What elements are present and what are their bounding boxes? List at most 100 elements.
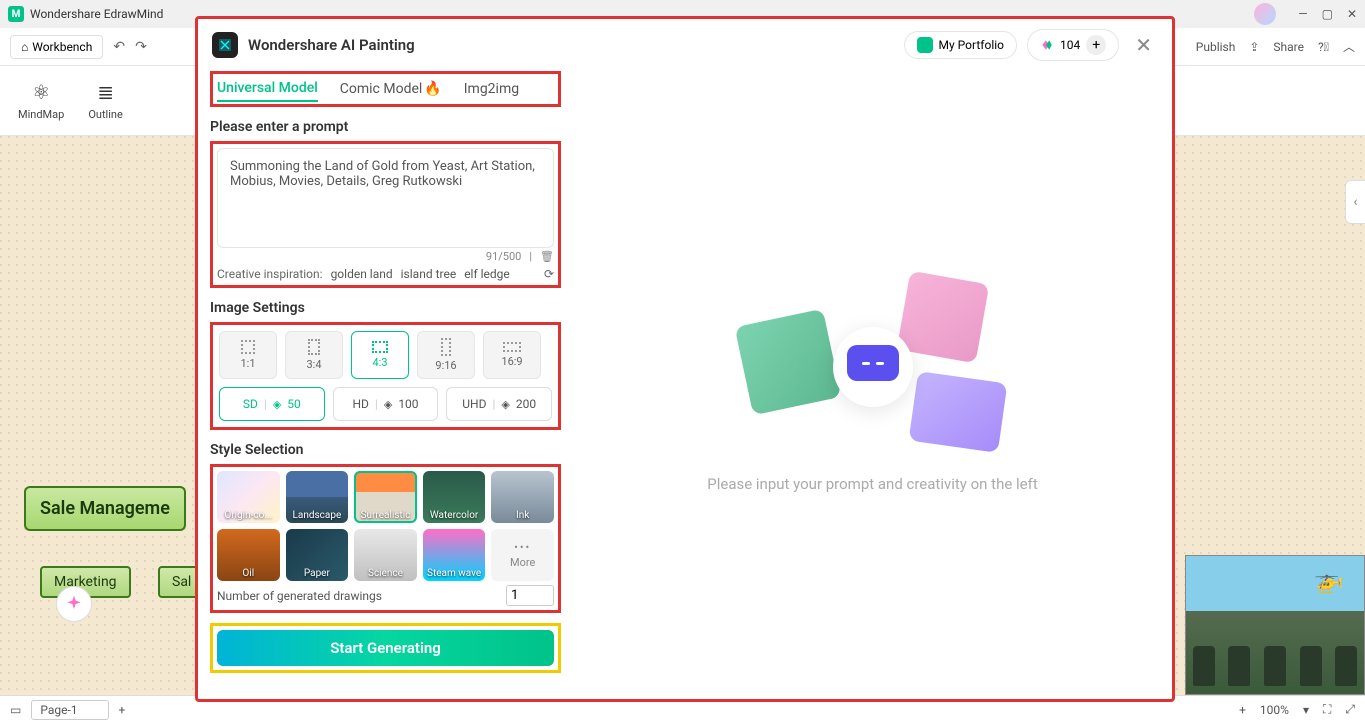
outline-label: Outline: [88, 108, 123, 121]
home-icon: ⌂: [21, 40, 28, 54]
num-drawings-row: Number of generated drawings: [217, 585, 554, 606]
style-more[interactable]: •••More: [491, 529, 554, 581]
prompt-section-title: Please enter a prompt: [210, 119, 561, 135]
placeholder-illustration: [743, 277, 1003, 457]
diamond-icon: ◈: [273, 398, 281, 411]
ratio-3-4[interactable]: 3:4: [285, 331, 343, 379]
credits-pill[interactable]: 104 +: [1027, 29, 1119, 61]
add-credits-icon[interactable]: +: [1086, 35, 1106, 55]
start-generating-button[interactable]: Start Generating: [217, 630, 554, 666]
style-ink[interactable]: Ink: [491, 471, 554, 523]
workbench-label: Workbench: [32, 40, 92, 54]
mindmap-root-node[interactable]: Sale Manageme: [24, 486, 186, 531]
zoom-dropdown-icon[interactable]: ▾: [1303, 703, 1309, 717]
pages-icon[interactable]: ▭: [10, 703, 21, 717]
style-surrealistic[interactable]: Surrealistic: [354, 471, 417, 523]
page-selector[interactable]: Page-1: [31, 700, 108, 720]
my-portfolio-button[interactable]: My Portfolio: [904, 31, 1017, 59]
helicopter-icon: 🚁: [1314, 566, 1344, 594]
refresh-inspiration-icon[interactable]: ⟳: [544, 267, 554, 281]
num-drawings-label: Number of generated drawings: [217, 589, 382, 603]
zoom-out-icon[interactable]: +: [1239, 703, 1246, 717]
style-origin[interactable]: Origin-co...: [217, 471, 280, 523]
ratio-16-9[interactable]: 16:9: [483, 331, 541, 379]
quality-hd[interactable]: HD|◈100: [333, 387, 439, 421]
app-logo-icon: M: [8, 6, 24, 22]
num-drawings-input[interactable]: [506, 585, 554, 606]
window-close-icon[interactable]: ✕: [1347, 7, 1357, 21]
fit-icon[interactable]: ⛶: [1323, 702, 1331, 717]
panel-collapse-handle[interactable]: ‹: [1345, 180, 1365, 224]
style-paper[interactable]: Paper: [286, 529, 349, 581]
modal-header: Wondershare AI Painting My Portfolio 104…: [198, 19, 1172, 71]
ai-painting-modal: Wondershare AI Painting My Portfolio 104…: [195, 16, 1175, 702]
help-icon[interactable]: ?⃝: [1318, 40, 1329, 54]
inspiration-row: Creative inspiration: golden land island…: [217, 267, 554, 281]
modal-close-icon[interactable]: ✕: [1129, 33, 1158, 57]
portfolio-label: My Portfolio: [939, 38, 1004, 52]
fullscreen-icon[interactable]: ⤢: [1345, 702, 1355, 717]
add-page-icon[interactable]: +: [119, 703, 126, 717]
mindmap-ai-badge[interactable]: [56, 586, 92, 622]
char-counter: 91/500: [486, 250, 521, 263]
mindmap-button[interactable]: ⚛ MindMap: [10, 76, 72, 125]
prompt-box: 91/500 | 🗑 Creative inspiration: golden …: [210, 141, 561, 288]
ratio-9-16[interactable]: 9:16: [417, 331, 475, 379]
outline-button[interactable]: ≣ Outline: [80, 76, 131, 125]
style-section-title: Style Selection: [210, 442, 561, 458]
diamond-icon: ◈: [501, 398, 509, 411]
modal-title: Wondershare AI Painting: [248, 36, 415, 54]
generate-wrap: Start Generating: [210, 623, 561, 673]
model-tabs: Universal Model Comic Model🔥 Img2img: [210, 71, 561, 107]
clear-prompt-icon[interactable]: 🗑: [540, 250, 554, 263]
style-science[interactable]: Science: [354, 529, 417, 581]
credits-icon: [1040, 38, 1054, 52]
publish-label[interactable]: Publish: [1196, 40, 1236, 54]
inspiration-tag[interactable]: golden land: [331, 267, 393, 281]
mindmap-icon: ⚛: [32, 80, 50, 104]
tab-img2img[interactable]: Img2img: [464, 81, 519, 101]
prompt-textarea[interactable]: [217, 148, 554, 248]
image-settings-box: 1:1 3:4 4:3 9:16 16:9 SD|◈50 HD|◈100 UHD…: [210, 322, 561, 430]
tab-comic[interactable]: Comic Model🔥: [340, 81, 442, 101]
robot-icon: [833, 327, 913, 407]
style-steam-wave[interactable]: Steam wave: [423, 529, 486, 581]
quality-sd[interactable]: SD|◈50: [219, 387, 325, 421]
divider: |: [529, 250, 532, 263]
chevron-up-icon[interactable]: ︿: [1343, 38, 1355, 55]
credits-count: 104: [1060, 38, 1080, 52]
app-title: Wondershare EdrawMind: [30, 7, 163, 21]
inspiration-tag[interactable]: island tree: [401, 267, 457, 281]
portfolio-icon: [917, 37, 933, 53]
diamond-icon: ◈: [384, 398, 392, 411]
style-grid: Origin-co... Landscape Surrealistic Wate…: [217, 471, 554, 581]
share-icon: ⇪: [1249, 40, 1259, 54]
minimize-icon[interactable]: —: [1298, 7, 1307, 21]
settings-section-title: Image Settings: [210, 300, 561, 316]
inspiration-label: Creative inspiration:: [217, 267, 323, 281]
quality-row: SD|◈50 HD|◈100 UHD|◈200: [219, 387, 552, 421]
maximize-icon[interactable]: ▢: [1322, 7, 1333, 21]
undo-icon[interactable]: ↶: [113, 39, 125, 55]
user-avatar[interactable]: [1254, 3, 1276, 25]
modal-logo-icon: [212, 32, 238, 58]
redo-icon[interactable]: ↷: [135, 39, 147, 55]
share-label[interactable]: Share: [1273, 40, 1304, 54]
tab-universal[interactable]: Universal Model: [217, 80, 318, 102]
fire-icon: 🔥: [424, 81, 441, 97]
style-landscape[interactable]: Landscape: [286, 471, 349, 523]
style-watercolor[interactable]: Watercolor: [423, 471, 486, 523]
zoom-level[interactable]: 100%: [1260, 703, 1289, 717]
background-image: 🚁: [1185, 555, 1365, 695]
quality-uhd[interactable]: UHD|◈200: [446, 387, 552, 421]
inspiration-tag[interactable]: elf ledge: [464, 267, 510, 281]
config-panel: Universal Model Comic Model🔥 Img2img Ple…: [198, 71, 573, 699]
style-oil[interactable]: Oil: [217, 529, 280, 581]
ratio-1-1[interactable]: 1:1: [219, 331, 277, 379]
sparkle-icon: [64, 594, 84, 614]
ratio-4-3[interactable]: 4:3: [351, 331, 409, 379]
mindmap-label: MindMap: [18, 108, 64, 121]
style-box: Origin-co... Landscape Surrealistic Wate…: [210, 464, 561, 613]
window-controls: — ▢ ✕: [1254, 3, 1357, 25]
workbench-button[interactable]: ⌂ Workbench: [10, 35, 103, 59]
